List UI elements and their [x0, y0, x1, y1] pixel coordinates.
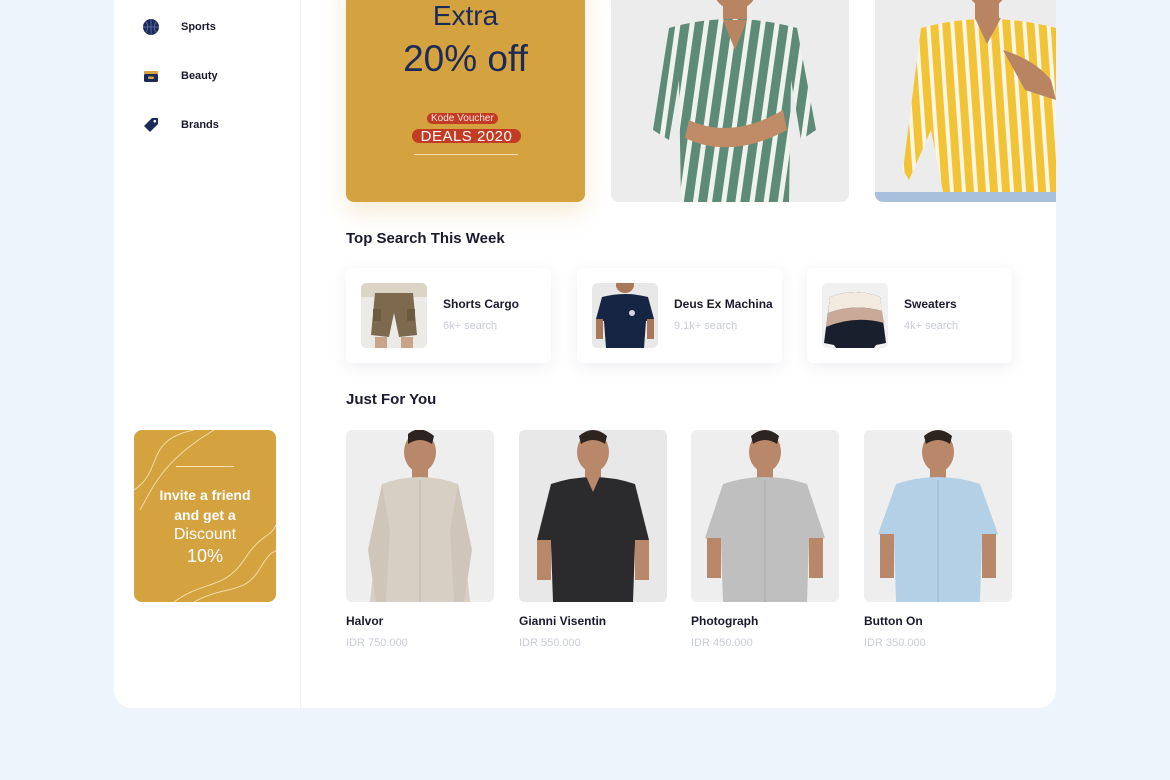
main-content: Extra 20% off Kode Voucher DEALS 2020 To…	[300, 0, 1056, 708]
just-for-you-title: Just For You	[346, 391, 437, 408]
sidebar-item-label: Beauty	[181, 70, 218, 82]
sidebar-item-label: Sports	[181, 21, 216, 33]
invite-line1: Invite a friend	[159, 487, 251, 503]
promo-discount: 20% off	[403, 38, 528, 79]
basketball-icon	[142, 18, 160, 36]
product-name: Shorts Cargo	[443, 297, 520, 311]
sidebar-item-brands[interactable]: Brands	[142, 113, 219, 137]
product-price: IDR 750.000	[346, 637, 408, 649]
invite-percentage: 10%	[186, 546, 224, 566]
sidebar-item-sports[interactable]: Sports	[142, 15, 216, 39]
product-card[interactable]: Gianni Visentin IDR 550.000	[519, 430, 667, 649]
hero-product-image-green[interactable]	[611, 0, 849, 202]
product-image	[691, 430, 839, 602]
product-name: Deus Ex Machina	[674, 297, 773, 311]
product-card[interactable]: Button On IDR 350.000	[864, 430, 1012, 649]
search-count: 9.1k+ search	[674, 320, 738, 332]
invite-line2: and get a	[174, 507, 236, 523]
deus-ex-machina-thumbnail	[592, 283, 658, 348]
top-search-card[interactable]: Shorts Cargo 6k+ search	[346, 268, 551, 363]
hero-product-image-yellow[interactable]	[875, 0, 1056, 202]
divider-line	[176, 466, 234, 467]
product-name: Button On	[864, 614, 923, 628]
promo-banner[interactable]: Extra 20% off Kode Voucher DEALS 2020	[346, 0, 585, 202]
search-count: 6k+ search	[443, 320, 498, 332]
invite-friend-card[interactable]: Invite a friend and get a Discount 10%	[134, 430, 276, 602]
search-count: 4k+ search	[904, 320, 959, 332]
product-card[interactable]: Photograph IDR 450.000	[691, 430, 839, 649]
product-image	[346, 430, 494, 602]
wallet-icon	[142, 67, 160, 85]
sidebar-item-beauty[interactable]: Beauty	[142, 64, 218, 88]
product-name: Gianni Visentin	[519, 614, 607, 628]
product-name: Sweaters	[904, 297, 957, 311]
voucher-label: Kode Voucher	[427, 113, 498, 124]
product-price: IDR 350.000	[864, 637, 926, 649]
promo-extra: Extra	[432, 0, 499, 31]
invite-line3: Discount	[173, 526, 237, 543]
sidebar-item-label: Brands	[181, 119, 219, 131]
top-search-title: Top Search This Week	[346, 230, 505, 247]
top-search-card[interactable]: Sweaters 4k+ search	[807, 268, 1012, 363]
product-name: Photograph	[691, 614, 759, 628]
voucher-code: DEALS 2020	[412, 129, 521, 145]
product-card[interactable]: Halvor IDR 750.000	[346, 430, 494, 649]
product-image	[864, 430, 1012, 602]
product-price: IDR 450.000	[691, 637, 753, 649]
product-name: Halvor	[346, 614, 384, 628]
shorts-cargo-thumbnail	[361, 283, 427, 348]
top-search-card[interactable]: Deus Ex Machina 9.1k+ search	[577, 268, 782, 363]
voucher-underline	[414, 154, 518, 155]
product-image	[519, 430, 667, 602]
product-price: IDR 550.000	[519, 637, 581, 649]
sweaters-thumbnail	[822, 283, 888, 348]
app-window: Sports Beauty Brands Invite a friend and…	[114, 0, 1056, 708]
tag-icon	[142, 116, 160, 134]
sidebar: Sports Beauty Brands Invite a friend and…	[114, 0, 301, 708]
